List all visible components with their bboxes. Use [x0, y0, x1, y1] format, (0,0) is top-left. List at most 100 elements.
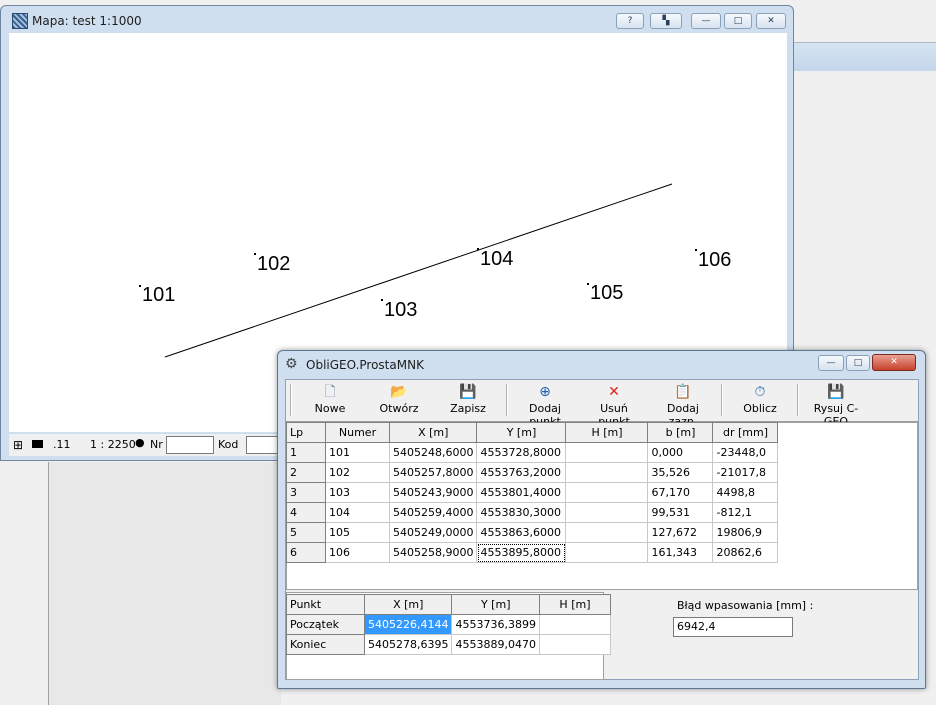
table-cell[interactable]: 4553763,2000	[476, 462, 567, 483]
table-cell[interactable]: 4553736,3899	[451, 614, 540, 635]
table-row[interactable]: 1 101 5405248,6000 4553728,8000 0,000 -2…	[286, 442, 779, 463]
column-header[interactable]: Punkt	[286, 594, 365, 615]
column-header[interactable]: H [m]	[565, 422, 649, 443]
table-cell[interactable]: 0,000	[647, 442, 714, 463]
column-header[interactable]: Lp	[286, 422, 326, 443]
help-button[interactable]: ?	[616, 13, 644, 29]
points-table: Lp Numer X [m] Y [m] H [m] b [m] dr [mm]…	[286, 422, 779, 563]
table-row[interactable]: 4 104 5405259,4000 4553830,3000 99,531 -…	[286, 502, 779, 523]
window-mode-icon: ▚	[662, 16, 670, 26]
fit-error-field[interactable]: 6942,4	[673, 617, 793, 637]
table-cell[interactable]	[565, 442, 649, 463]
nr-input[interactable]	[166, 436, 214, 454]
table-cell[interactable]: 5405243,9000	[388, 482, 478, 503]
table-cell[interactable]: 104	[325, 502, 390, 523]
column-header[interactable]: Y [m]	[451, 594, 540, 615]
points-table-header: Lp Numer X [m] Y [m] H [m] b [m] dr [mm]	[286, 422, 779, 443]
grid-icon[interactable]: ⊞	[13, 438, 23, 452]
table-cell[interactable]: 5405278,6395	[363, 634, 453, 655]
table-cell[interactable]: -812,1	[712, 502, 779, 523]
table-cell[interactable]: 19806,9	[712, 522, 779, 543]
row-label-start[interactable]: Początek	[286, 614, 365, 635]
row-number[interactable]: 2	[286, 462, 326, 483]
column-header[interactable]: X [m]	[363, 594, 453, 615]
save-button-label: Zapisz	[450, 402, 486, 415]
dialog-minimize-button[interactable]: —	[818, 355, 844, 371]
table-cell[interactable]: 4553728,8000	[476, 442, 567, 463]
column-header[interactable]: Numer	[325, 422, 390, 443]
row-label-end[interactable]: Koniec	[286, 634, 365, 655]
calculate-button[interactable]: ⏱ Oblicz	[740, 384, 780, 415]
table-cell[interactable]: 4553889,0470	[451, 634, 540, 655]
table-row[interactable]: 3 103 5405243,9000 4553801,4000 67,170 4…	[286, 482, 779, 503]
column-header[interactable]: dr [mm]	[712, 422, 779, 443]
table-cell[interactable]: 5405258,9000	[388, 542, 478, 563]
table-cell[interactable]: 4553863,6000	[476, 522, 567, 543]
point-marker	[695, 249, 697, 251]
table-cell[interactable]: 101	[325, 442, 390, 463]
row-number[interactable]: 3	[286, 482, 326, 503]
table-cell[interactable]	[538, 614, 611, 635]
table-cell[interactable]	[565, 542, 649, 563]
table-row[interactable]: Początek 5405226,4144 4553736,3899	[286, 614, 611, 635]
point-symbol-icon[interactable]: ●	[135, 436, 145, 449]
table-cell[interactable]: 161,343	[647, 542, 714, 563]
table-cell[interactable]: 4553801,4000	[476, 482, 567, 503]
table-cell[interactable]	[565, 462, 649, 483]
table-cell[interactable]: 102	[325, 462, 390, 483]
new-button-label: Nowe	[314, 402, 346, 415]
table-cell[interactable]: 5405248,6000	[388, 442, 478, 463]
table-cell-selected[interactable]: 5405226,4144	[363, 614, 453, 635]
table-cell[interactable]: 4498,8	[712, 482, 779, 503]
table-row[interactable]: 5 105 5405249,0000 4553863,6000 127,672 …	[286, 522, 779, 543]
new-button[interactable]: 🗋 Nowe	[310, 384, 350, 415]
table-cell[interactable]: -23448,0	[712, 442, 779, 463]
table-cell[interactable]	[565, 482, 649, 503]
table-cell-focused[interactable]: 4553895,8000	[476, 542, 567, 563]
row-number[interactable]: 6	[286, 542, 326, 563]
window-mode-button[interactable]: ▚	[650, 13, 682, 29]
table-row[interactable]: 2 102 5405257,8000 4553763,2000 35,526 -…	[286, 462, 779, 483]
row-number[interactable]: 1	[286, 442, 326, 463]
row-number[interactable]: 4	[286, 502, 326, 523]
open-button[interactable]: 📂 Otwórz	[376, 384, 422, 415]
minimize-button[interactable]: —	[691, 13, 721, 29]
table-cell[interactable]	[538, 634, 611, 655]
dialog-maximize-button[interactable]: □	[846, 355, 870, 371]
table-cell[interactable]: 5405259,4000	[388, 502, 478, 523]
maximize-button[interactable]: □	[724, 13, 752, 29]
table-cell[interactable]: 35,526	[647, 462, 714, 483]
kod-input[interactable]	[246, 436, 280, 454]
table-cell[interactable]: 103	[325, 482, 390, 503]
point-size-value[interactable]: .11	[53, 438, 71, 451]
table-cell[interactable]: 127,672	[647, 522, 714, 543]
table-cell[interactable]	[565, 502, 649, 523]
table-cell[interactable]: 105	[325, 522, 390, 543]
toolbar-separator	[721, 384, 723, 416]
table-cell[interactable]: -21017,8	[712, 462, 779, 483]
fill-color-icon[interactable]	[32, 440, 43, 448]
table-row[interactable]: 6 106 5405258,9000 4553895,8000 161,343 …	[286, 542, 779, 563]
dialog-close-button[interactable]: ✕	[872, 354, 916, 371]
table-cell[interactable]: 99,531	[647, 502, 714, 523]
close-button[interactable]: ✕	[756, 13, 786, 29]
save-button[interactable]: 💾 Zapisz	[448, 384, 488, 415]
table-cell[interactable]: 67,170	[647, 482, 714, 503]
table-cell[interactable]: 106	[325, 542, 390, 563]
open-button-label: Otwórz	[379, 402, 419, 415]
point-label-105: 105	[590, 282, 624, 304]
stopwatch-icon: ⏱	[754, 384, 766, 400]
table-cell[interactable]	[565, 522, 649, 543]
background-panel	[48, 462, 281, 705]
column-header[interactable]: b [m]	[647, 422, 714, 443]
table-cell[interactable]: 4553830,3000	[476, 502, 567, 523]
column-header[interactable]: Y [m]	[476, 422, 567, 443]
table-cell[interactable]: 20862,6	[712, 542, 779, 563]
column-header[interactable]: X [m]	[388, 422, 478, 443]
result-table-header: Punkt X [m] Y [m] H [m]	[286, 594, 611, 615]
table-row[interactable]: Koniec 5405278,6395 4553889,0470	[286, 634, 611, 655]
table-cell[interactable]: 5405257,8000	[388, 462, 478, 483]
table-cell[interactable]: 5405249,0000	[388, 522, 478, 543]
row-number[interactable]: 5	[286, 522, 326, 543]
column-header[interactable]: H [m]	[538, 594, 611, 615]
